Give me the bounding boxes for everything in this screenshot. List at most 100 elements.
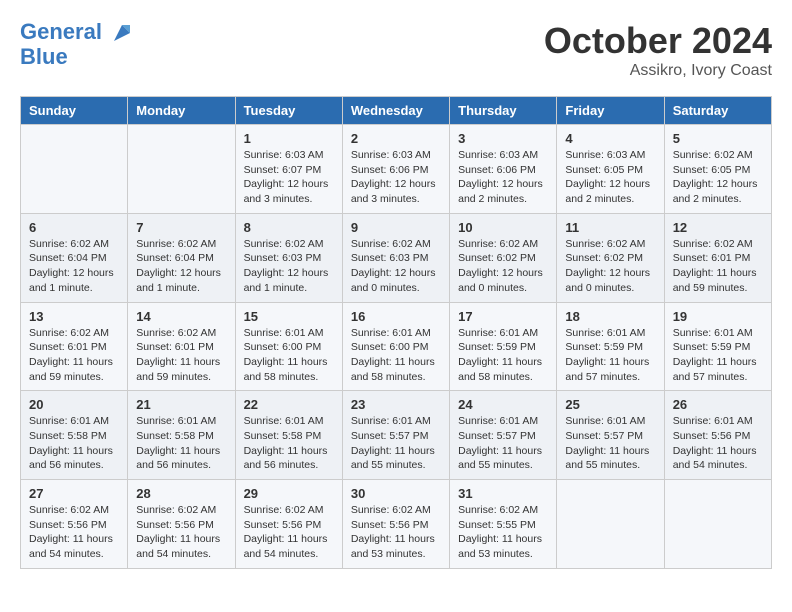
day-number: 26 — [673, 397, 763, 412]
calendar-cell: 8Sunrise: 6:02 AM Sunset: 6:03 PM Daylig… — [235, 213, 342, 302]
day-number: 3 — [458, 131, 548, 146]
day-content: Sunrise: 6:01 AM Sunset: 5:57 PM Dayligh… — [458, 414, 548, 473]
day-content: Sunrise: 6:01 AM Sunset: 5:57 PM Dayligh… — [565, 414, 655, 473]
day-content: Sunrise: 6:01 AM Sunset: 5:59 PM Dayligh… — [458, 326, 548, 385]
day-content: Sunrise: 6:03 AM Sunset: 6:06 PM Dayligh… — [458, 148, 548, 207]
day-number: 13 — [29, 309, 119, 324]
calendar-week-row: 13 Sunrise: 6:02 AM Sunset: 6:01 PM Dayli… — [21, 302, 772, 391]
weekday-header-friday: Friday — [557, 97, 664, 125]
day-content: Sunrise: 6:02 AM Sunset: 5:56 PM Dayligh… — [136, 503, 226, 562]
calendar-cell: 2 Sunrise: 6:03 AM Sunset: 6:06 PM Daylig… — [342, 125, 449, 214]
calendar-cell: 25 Sunrise: 6:01 AM Sunset: 5:57 PM Dayli… — [557, 391, 664, 480]
day-content: Sunrise: 6:02 AM Sunset: 5:56 PM Dayligh… — [351, 503, 441, 562]
calendar-cell — [128, 125, 235, 214]
calendar-cell: 14Sunrise: 6:02 AM Sunset: 6:01 PM Dayli… — [128, 302, 235, 391]
day-content: Sunrise: 6:03 AM Sunset: 6:06 PM Dayligh… — [351, 148, 441, 207]
day-number: 16 — [351, 309, 441, 324]
day-content: Sunrise: 6:03 AM Sunset: 6:05 PM Dayligh… — [565, 148, 655, 207]
calendar-cell: 31 Sunrise: 6:02 AM Sunset: 5:55 PM Dayli… — [450, 480, 557, 569]
day-number: 11 — [565, 220, 655, 235]
day-content: Sunrise: 6:01 AM Sunset: 5:59 PM Dayligh… — [565, 326, 655, 385]
calendar-cell: 4Sunrise: 6:03 AM Sunset: 6:05 PM Daylig… — [557, 125, 664, 214]
calendar-cell: 3 Sunrise: 6:03 AM Sunset: 6:06 PM Daylig… — [450, 125, 557, 214]
day-content: Sunrise: 6:02 AM Sunset: 6:04 PM Dayligh… — [29, 237, 119, 296]
calendar-cell: 20 Sunrise: 6:01 AM Sunset: 5:58 PM Dayli… — [21, 391, 128, 480]
month-title: October 2024 — [544, 20, 772, 62]
day-number: 14 — [136, 309, 226, 324]
calendar-week-row: 20 Sunrise: 6:01 AM Sunset: 5:58 PM Dayli… — [21, 391, 772, 480]
calendar-cell: 17Sunrise: 6:01 AM Sunset: 5:59 PM Dayli… — [450, 302, 557, 391]
day-number: 31 — [458, 486, 548, 501]
day-number: 24 — [458, 397, 548, 412]
calendar-cell: 11 Sunrise: 6:02 AM Sunset: 6:02 PM Dayli… — [557, 213, 664, 302]
calendar-cell: 23 Sunrise: 6:01 AM Sunset: 5:57 PM Dayli… — [342, 391, 449, 480]
day-number: 1 — [244, 131, 334, 146]
calendar-cell: 5Sunrise: 6:02 AM Sunset: 6:05 PM Daylig… — [664, 125, 771, 214]
weekday-header-thursday: Thursday — [450, 97, 557, 125]
calendar-cell: 19Sunrise: 6:01 AM Sunset: 5:59 PM Dayli… — [664, 302, 771, 391]
weekday-header-tuesday: Tuesday — [235, 97, 342, 125]
day-number: 18 — [565, 309, 655, 324]
calendar-cell: 9 Sunrise: 6:02 AM Sunset: 6:03 PM Daylig… — [342, 213, 449, 302]
calendar-cell: 6 Sunrise: 6:02 AM Sunset: 6:04 PM Daylig… — [21, 213, 128, 302]
weekday-header-wednesday: Wednesday — [342, 97, 449, 125]
day-number: 12 — [673, 220, 763, 235]
calendar-cell: 24 Sunrise: 6:01 AM Sunset: 5:57 PM Dayli… — [450, 391, 557, 480]
day-number: 29 — [244, 486, 334, 501]
day-content: Sunrise: 6:02 AM Sunset: 6:04 PM Dayligh… — [136, 237, 226, 296]
day-content: Sunrise: 6:02 AM Sunset: 5:56 PM Dayligh… — [244, 503, 334, 562]
calendar-cell: 12 Sunrise: 6:02 AM Sunset: 6:01 PM Dayli… — [664, 213, 771, 302]
day-content: Sunrise: 6:01 AM Sunset: 6:00 PM Dayligh… — [351, 326, 441, 385]
day-content: Sunrise: 6:02 AM Sunset: 6:01 PM Dayligh… — [29, 326, 119, 385]
day-content: Sunrise: 6:02 AM Sunset: 5:56 PM Dayligh… — [29, 503, 119, 562]
calendar-cell — [664, 480, 771, 569]
day-number: 30 — [351, 486, 441, 501]
calendar-cell: 10Sunrise: 6:02 AM Sunset: 6:02 PM Dayli… — [450, 213, 557, 302]
calendar-cell: 16 Sunrise: 6:01 AM Sunset: 6:00 PM Dayli… — [342, 302, 449, 391]
day-number: 27 — [29, 486, 119, 501]
calendar-week-row: 1Sunrise: 6:03 AM Sunset: 6:07 PM Daylig… — [21, 125, 772, 214]
page-header: General Blue October 2024 Assikro, Ivory… — [20, 20, 772, 80]
day-number: 5 — [673, 131, 763, 146]
day-number: 9 — [351, 220, 441, 235]
calendar-cell — [557, 480, 664, 569]
day-number: 15 — [244, 309, 334, 324]
day-number: 28 — [136, 486, 226, 501]
calendar-cell: 29 Sunrise: 6:02 AM Sunset: 5:56 PM Dayli… — [235, 480, 342, 569]
day-content: Sunrise: 6:02 AM Sunset: 5:55 PM Dayligh… — [458, 503, 548, 562]
day-content: Sunrise: 6:02 AM Sunset: 6:03 PM Dayligh… — [351, 237, 441, 296]
day-number: 23 — [351, 397, 441, 412]
day-number: 25 — [565, 397, 655, 412]
calendar-table: SundayMondayTuesdayWednesdayThursdayFrid… — [20, 96, 772, 569]
calendar-cell: 28 Sunrise: 6:02 AM Sunset: 5:56 PM Dayli… — [128, 480, 235, 569]
weekday-header-saturday: Saturday — [664, 97, 771, 125]
title-block: October 2024 Assikro, Ivory Coast — [544, 20, 772, 80]
day-number: 19 — [673, 309, 763, 324]
day-number: 2 — [351, 131, 441, 146]
location: Assikro, Ivory Coast — [544, 62, 772, 80]
weekday-header-sunday: Sunday — [21, 97, 128, 125]
day-content: Sunrise: 6:01 AM Sunset: 5:58 PM Dayligh… — [29, 414, 119, 473]
calendar-cell: 26Sunrise: 6:01 AM Sunset: 5:56 PM Dayli… — [664, 391, 771, 480]
day-number: 6 — [29, 220, 119, 235]
calendar-cell: 21Sunrise: 6:01 AM Sunset: 5:58 PM Dayli… — [128, 391, 235, 480]
day-content: Sunrise: 6:02 AM Sunset: 6:02 PM Dayligh… — [565, 237, 655, 296]
logo-blue: Blue — [20, 45, 134, 69]
calendar-week-row: 6 Sunrise: 6:02 AM Sunset: 6:04 PM Daylig… — [21, 213, 772, 302]
calendar-cell: 13 Sunrise: 6:02 AM Sunset: 6:01 PM Dayli… — [21, 302, 128, 391]
day-number: 10 — [458, 220, 548, 235]
day-content: Sunrise: 6:02 AM Sunset: 6:01 PM Dayligh… — [673, 237, 763, 296]
day-content: Sunrise: 6:01 AM Sunset: 5:57 PM Dayligh… — [351, 414, 441, 473]
logo-text: General — [20, 20, 134, 45]
day-content: Sunrise: 6:01 AM Sunset: 6:00 PM Dayligh… — [244, 326, 334, 385]
day-number: 7 — [136, 220, 226, 235]
calendar-cell: 27 Sunrise: 6:02 AM Sunset: 5:56 PM Dayli… — [21, 480, 128, 569]
calendar-header-row: SundayMondayTuesdayWednesdayThursdayFrid… — [21, 97, 772, 125]
day-number: 21 — [136, 397, 226, 412]
calendar-cell: 18 Sunrise: 6:01 AM Sunset: 5:59 PM Dayli… — [557, 302, 664, 391]
calendar-cell: 30 Sunrise: 6:02 AM Sunset: 5:56 PM Dayli… — [342, 480, 449, 569]
calendar-week-row: 27 Sunrise: 6:02 AM Sunset: 5:56 PM Dayli… — [21, 480, 772, 569]
day-number: 20 — [29, 397, 119, 412]
calendar-cell: 15 Sunrise: 6:01 AM Sunset: 6:00 PM Dayli… — [235, 302, 342, 391]
calendar-cell: 22Sunrise: 6:01 AM Sunset: 5:58 PM Dayli… — [235, 391, 342, 480]
